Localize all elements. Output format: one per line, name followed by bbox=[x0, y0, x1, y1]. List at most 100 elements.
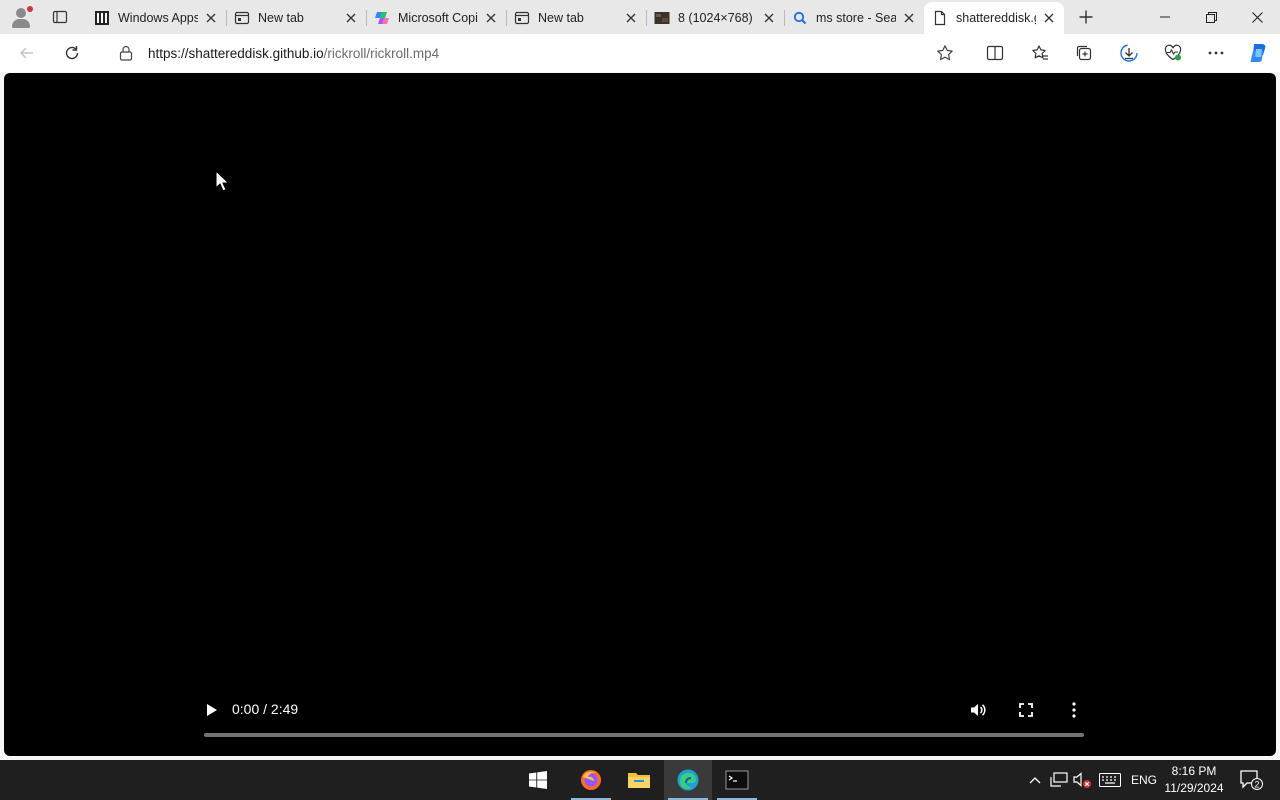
restore-button[interactable] bbox=[1188, 0, 1234, 34]
tab-new-tab-1[interactable]: New tab bbox=[226, 4, 367, 32]
minimize-icon bbox=[1160, 16, 1170, 18]
language-indicator: ENG bbox=[1130, 773, 1157, 787]
tab-title: shattereddisk.github.io/rickroll/rickrol… bbox=[956, 11, 1036, 25]
tab-title: 8 (1024×768) bbox=[678, 11, 753, 25]
close-tab-icon[interactable] bbox=[482, 9, 500, 27]
refresh-button[interactable] bbox=[57, 38, 87, 68]
video-player[interactable]: 0:00 / 2:49 bbox=[4, 73, 1276, 756]
image-thumbnail-icon bbox=[654, 10, 670, 26]
play-icon bbox=[207, 704, 217, 716]
collections-button[interactable] bbox=[1069, 38, 1099, 68]
close-tab-icon[interactable] bbox=[342, 9, 360, 27]
mouse-cursor-icon bbox=[215, 170, 229, 192]
volume-icon bbox=[971, 704, 986, 716]
touch-keyboard-button[interactable] bbox=[1096, 760, 1124, 800]
heartbeat-icon bbox=[1164, 44, 1182, 61]
url-path: /rickroll/rickroll.mp4 bbox=[323, 45, 440, 61]
back-button[interactable] bbox=[12, 38, 42, 68]
network-status[interactable] bbox=[1048, 760, 1070, 800]
close-icon bbox=[1251, 11, 1263, 23]
input-language-button[interactable]: ENG bbox=[1126, 760, 1162, 800]
profile-avatar[interactable] bbox=[8, 5, 34, 29]
browser-toolbar: https://shattereddisk.github.io/rickroll… bbox=[0, 34, 1280, 72]
notification-icon: 2 bbox=[1240, 770, 1263, 790]
volume-button[interactable] bbox=[966, 698, 990, 722]
collections-icon bbox=[1076, 45, 1092, 61]
notification-center-button[interactable]: 2 bbox=[1236, 760, 1266, 800]
page-content: 0:00 / 2:49 bbox=[0, 72, 1280, 760]
firefox-icon bbox=[581, 770, 601, 790]
fullscreen-icon bbox=[1019, 703, 1033, 717]
windows-start-icon bbox=[529, 771, 547, 789]
new-tab-button[interactable] bbox=[1072, 5, 1100, 29]
minimize-button[interactable] bbox=[1142, 0, 1188, 34]
close-tab-icon[interactable] bbox=[1040, 9, 1058, 27]
lock-icon[interactable] bbox=[118, 45, 134, 61]
tab-microsoft-copilot[interactable]: Microsoft Copilot bbox=[366, 4, 507, 32]
tab-ms-store-search[interactable]: ms store - Search bbox=[784, 4, 924, 32]
newtab-icon bbox=[514, 10, 530, 26]
building-columns-icon bbox=[94, 10, 110, 26]
plus-icon bbox=[1079, 10, 1093, 24]
notification-count: 2 bbox=[1254, 780, 1259, 790]
edge-icon bbox=[677, 769, 699, 791]
split-screen-icon bbox=[986, 45, 1004, 61]
url-text[interactable]: https://shattereddisk.github.io/rickroll… bbox=[148, 46, 439, 61]
tab-title: Microsoft Copilot bbox=[398, 11, 478, 25]
newtab-icon bbox=[234, 10, 250, 26]
taskbar-firefox[interactable] bbox=[567, 760, 615, 800]
fullscreen-button[interactable] bbox=[1014, 698, 1038, 722]
close-window-button[interactable] bbox=[1234, 0, 1280, 34]
start-button[interactable] bbox=[514, 760, 562, 800]
download-icon bbox=[1120, 44, 1138, 62]
terminal-icon bbox=[725, 770, 749, 790]
file-explorer-icon bbox=[628, 773, 650, 788]
copilot-button[interactable] bbox=[1243, 38, 1273, 68]
profile-head bbox=[16, 8, 26, 18]
video-controls: 0:00 / 2:49 bbox=[200, 691, 1088, 751]
arrow-left-icon bbox=[20, 47, 33, 59]
close-tab-icon[interactable] bbox=[760, 9, 778, 27]
tab-rickroll-video[interactable]: shattereddisk.github.io/rickroll/rickrol… bbox=[924, 2, 1064, 34]
url-host: https://shattereddisk.github.io bbox=[148, 45, 324, 61]
favorites-icon bbox=[1032, 45, 1048, 60]
taskbar-file-explorer[interactable] bbox=[615, 760, 663, 800]
favorites-button[interactable] bbox=[1025, 38, 1055, 68]
taskbar-clock[interactable]: 8:16 PM 11/29/2024 bbox=[1158, 763, 1230, 797]
downloads-button[interactable] bbox=[1114, 38, 1144, 68]
tab-title: Windows Apps bbox=[118, 11, 198, 25]
close-tab-icon[interactable] bbox=[202, 9, 220, 27]
profile-body bbox=[12, 19, 30, 28]
restore-icon bbox=[1205, 11, 1217, 23]
taskbar-terminal[interactable] bbox=[713, 760, 761, 800]
tab-actions-menu-button[interactable] bbox=[46, 6, 74, 28]
tab-new-tab-2[interactable]: New tab bbox=[506, 4, 647, 32]
close-tab-icon[interactable] bbox=[900, 9, 918, 27]
taskbar-edge[interactable] bbox=[664, 760, 712, 800]
favorite-star-icon[interactable] bbox=[936, 44, 954, 62]
close-tab-icon[interactable] bbox=[622, 9, 640, 27]
tab-title: New tab bbox=[538, 11, 584, 25]
time-display: 0:00 / 2:49 bbox=[232, 701, 299, 717]
more-vertical-icon bbox=[1072, 702, 1076, 718]
split-screen-button[interactable] bbox=[980, 38, 1010, 68]
tab-title: New tab bbox=[258, 11, 304, 25]
volume-muted-icon bbox=[1073, 772, 1091, 788]
page-icon bbox=[932, 10, 948, 26]
tab-image-1024x768[interactable]: 8 (1024×768) bbox=[646, 4, 785, 32]
workspaces-icon bbox=[52, 10, 68, 24]
copilot-icon bbox=[374, 10, 390, 26]
show-hidden-icons-button[interactable] bbox=[1024, 760, 1046, 800]
video-options-button[interactable] bbox=[1062, 698, 1086, 722]
volume-status[interactable] bbox=[1070, 760, 1094, 800]
address-bar[interactable]: https://shattereddisk.github.io/rickroll… bbox=[104, 38, 966, 68]
profile-notification-dot bbox=[27, 6, 33, 12]
tab-title: ms store - Search bbox=[816, 11, 896, 25]
tab-windows-apps[interactable]: Windows Apps bbox=[86, 4, 227, 32]
play-button[interactable] bbox=[200, 698, 224, 722]
browser-essentials-button[interactable] bbox=[1158, 38, 1188, 68]
tab-strip: Windows Apps New tab Microsoft Copilot N… bbox=[0, 0, 1280, 34]
settings-more-button[interactable] bbox=[1201, 38, 1231, 68]
keyboard-icon bbox=[1099, 773, 1121, 787]
video-progress-bar[interactable] bbox=[204, 733, 1084, 737]
